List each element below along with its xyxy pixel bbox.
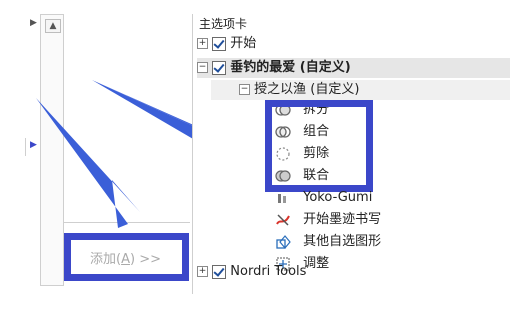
tree-item-nordri-tools[interactable]: + Nordri Tools <box>197 262 306 282</box>
tree-item-label: 调整 <box>303 256 330 271</box>
other-shapes-icon <box>276 234 291 249</box>
tree-item-label: 垂钓的最爱 (自定义) <box>230 60 351 75</box>
collapse-icon[interactable]: − <box>239 84 250 95</box>
yoko-gumi-icon <box>278 193 286 203</box>
tree-item-fishing-favorites[interactable]: − 垂钓的最爱 (自定义) <box>197 58 510 78</box>
collapse-icon[interactable]: − <box>197 62 208 73</box>
tree-item-other-shapes[interactable]: 其他自选图形 <box>275 232 381 252</box>
main-tabs-tree: 主选项卡 + 开始 − 垂钓的最爱 (自定义) − 授之以渔 (自定义) 拆分 … <box>192 14 510 294</box>
tree-header: 主选项卡 <box>199 17 248 31</box>
tree-item-label: Yoko-Gumi <box>303 190 373 205</box>
tree-item-label: 其他自选图形 <box>303 234 382 249</box>
expand-icon[interactable]: + <box>197 38 208 49</box>
annotation-box-shapes <box>265 100 373 192</box>
tree-item-label: 开始墨迹书写 <box>303 212 382 227</box>
tree-item-yoko-gumi[interactable]: Yoko-Gumi <box>275 188 372 208</box>
tree-group-teach-fishing[interactable]: − 授之以渔 (自定义) <box>211 80 510 100</box>
tree-item-label: Nordri Tools <box>230 264 307 279</box>
checkbox-icon[interactable] <box>212 60 227 75</box>
tree-item-label: 授之以渔 (自定义) <box>254 82 360 97</box>
expand-icon[interactable]: + <box>197 266 208 277</box>
checkbox-icon[interactable] <box>212 36 227 51</box>
start-inking-icon <box>276 213 290 226</box>
annotation-arrow-down <box>36 98 140 228</box>
tree-item-start-inking[interactable]: 开始墨迹书写 <box>275 210 381 230</box>
checkbox-icon[interactable] <box>212 264 227 279</box>
tree-item-label: 开始 <box>230 36 257 51</box>
tree-item-start[interactable]: + 开始 <box>197 34 256 54</box>
